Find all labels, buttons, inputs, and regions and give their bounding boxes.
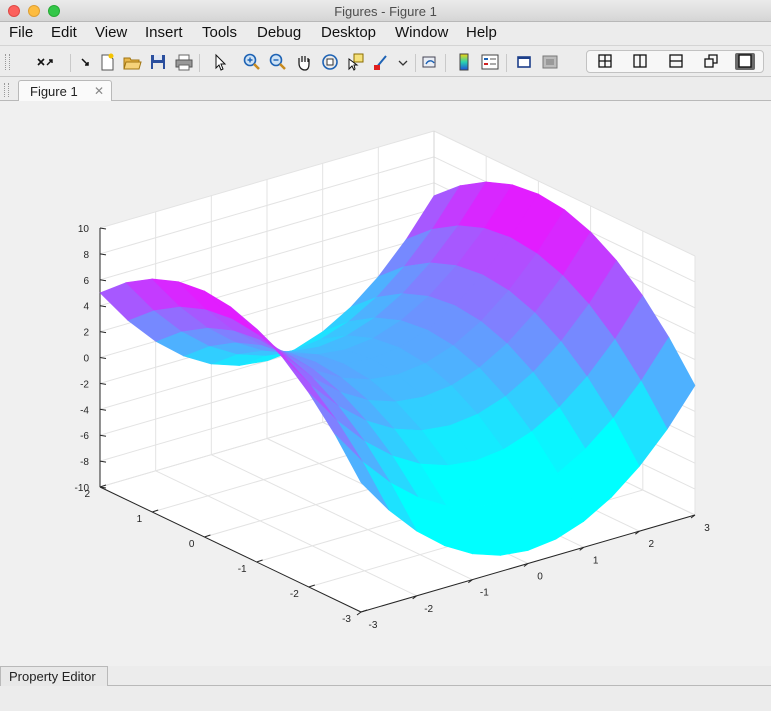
bottom-panel-tabs: Property Editor [0, 666, 771, 686]
menu-help[interactable]: Help [466, 24, 497, 41]
z-tick-label: -6 [80, 431, 89, 442]
title-bar: Figures - Figure 1 [0, 0, 771, 22]
z-tick-label: -10 [75, 483, 90, 494]
new-figure-icon[interactable] [97, 52, 117, 72]
y-tick-label: -1 [238, 564, 247, 575]
z-tick-label: -8 [80, 457, 89, 468]
z-tick-label: 2 [83, 328, 89, 339]
x-tick-label: 1 [593, 555, 599, 566]
figure-canvas[interactable]: -3 -2 -1 0 1 2 3 -3 -2 -1 0 1 2 -10 -8 -6 -4 -2 0 2 4 6 8 10 [0, 101, 771, 666]
link-plot-icon[interactable] [420, 52, 440, 72]
tab-label: Figure 1 [30, 84, 78, 99]
window-layout-buttons [586, 50, 764, 73]
y-tick-label: -2 [290, 589, 299, 600]
z-tick-label: -4 [80, 405, 89, 416]
y-tick-label: 1 [137, 514, 143, 525]
tile-columns-icon[interactable] [630, 53, 650, 70]
y-tick-label: 0 [189, 539, 195, 550]
float-windows-icon[interactable] [701, 53, 721, 70]
brush-icon[interactable] [372, 52, 392, 72]
toolbar-separator [199, 54, 200, 72]
z-tick-label: 4 [83, 302, 89, 313]
close-icon[interactable]: ✕ [94, 84, 104, 98]
save-icon[interactable] [148, 52, 168, 72]
x-tick-label: -2 [424, 604, 433, 615]
figure-toolbar [0, 45, 771, 77]
tab-strip-grip[interactable] [4, 83, 9, 97]
property-editor-tab[interactable]: Property Editor [0, 666, 108, 686]
show-plot-tools-icon[interactable] [540, 52, 560, 72]
open-icon[interactable] [122, 52, 142, 72]
x-tick-label: 2 [649, 539, 655, 550]
z-tick-label: 8 [83, 250, 89, 261]
hide-plot-tools-icon[interactable] [514, 52, 534, 72]
menu-insert[interactable]: Insert [145, 24, 183, 41]
dock-undock-icon[interactable] [35, 52, 55, 72]
data-cursor-icon[interactable] [346, 52, 366, 72]
maximize-icon[interactable] [735, 53, 755, 70]
x-tick-label: -1 [480, 588, 489, 599]
window-title: Figures - Figure 1 [334, 4, 437, 19]
menu-debug[interactable]: Debug [257, 24, 301, 41]
toolbar-separator [415, 54, 416, 72]
pointer-icon[interactable] [210, 52, 230, 72]
legend-icon[interactable] [480, 52, 500, 72]
menu-file[interactable]: File [9, 24, 33, 41]
toolbar-separator [70, 54, 71, 72]
arrow-icon[interactable] [76, 52, 96, 72]
tab-figure-1[interactable]: Figure 1 ✕ [18, 80, 112, 101]
menu-bar: File Edit View Insert Tools Debug Deskto… [0, 22, 771, 44]
z-tick-label: -2 [80, 379, 89, 390]
x-tick [356, 611, 362, 616]
pan-icon[interactable] [294, 52, 314, 72]
menu-edit[interactable]: Edit [51, 24, 77, 41]
colorbar-icon[interactable] [454, 52, 474, 72]
z-tick-label: 10 [78, 224, 90, 235]
zoom-in-icon[interactable] [242, 52, 262, 72]
toolbar-separator [506, 54, 507, 72]
zoom-out-icon[interactable] [268, 52, 288, 72]
rotate-3d-icon[interactable] [320, 52, 340, 72]
chevron-down-icon[interactable] [393, 52, 413, 72]
toolbar-separator [445, 54, 446, 72]
document-tab-strip: Figure 1 ✕ [0, 77, 771, 101]
x-tick-label: 3 [704, 523, 710, 534]
x-tick-label: 0 [537, 572, 543, 583]
z-tick-label: 6 [83, 276, 89, 287]
menu-tools[interactable]: Tools [202, 24, 237, 41]
menu-desktop[interactable]: Desktop [321, 24, 376, 41]
y-tick-label: -3 [342, 614, 351, 625]
toolbar-grip[interactable] [5, 54, 10, 70]
z-tick-label: 0 [83, 354, 89, 365]
print-icon[interactable] [174, 52, 194, 72]
surface-plot[interactable]: -3-2-10123-3-2-1012-10-8-6-4-20246810 [0, 101, 771, 666]
tile-grid-icon[interactable] [595, 53, 615, 70]
menu-window[interactable]: Window [395, 24, 448, 41]
tile-rows-icon[interactable] [666, 53, 686, 70]
x-tick-label: -3 [369, 620, 378, 631]
status-bar [0, 686, 771, 711]
menu-view[interactable]: View [95, 24, 127, 41]
